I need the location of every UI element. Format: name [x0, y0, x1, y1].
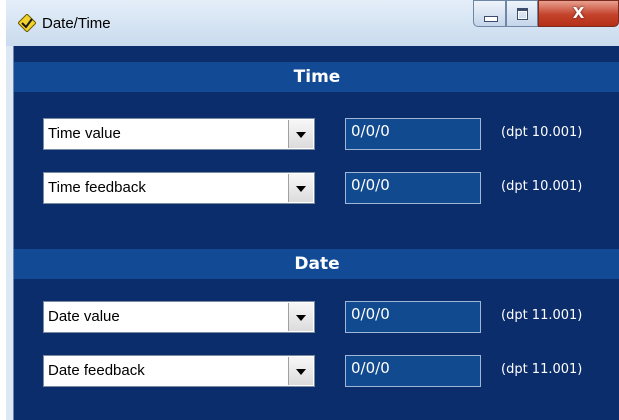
close-button[interactable]: X: [538, 0, 619, 27]
time-feedback-address-input[interactable]: 0/0/0: [345, 172, 481, 204]
caption-buttons: X: [473, 0, 619, 28]
row-date-value: Date value 0/0/0 (dpt 11.001): [14, 301, 619, 335]
section-header-date: Date: [14, 249, 619, 279]
minimize-button[interactable]: [473, 0, 506, 27]
row-time-value: Time value 0/0/0 (dpt 10.001): [14, 118, 619, 152]
maximize-button[interactable]: [506, 0, 538, 27]
time-value-dpt-label: (dpt 10.001): [501, 125, 583, 140]
maximize-icon: [517, 8, 528, 20]
chevron-down-icon: [296, 132, 306, 138]
dropdown-button[interactable]: [288, 303, 313, 331]
minimize-icon: [484, 16, 498, 22]
date-feedback-address-input[interactable]: 0/0/0: [345, 355, 481, 387]
dropdown-button[interactable]: [288, 357, 313, 385]
date-feedback-dropdown[interactable]: Date feedback: [43, 355, 315, 387]
chevron-down-icon: [296, 186, 306, 192]
dropdown-selected-text: Date value: [48, 308, 120, 325]
app-icon: [18, 14, 36, 32]
client-area: Time Time value 0/0/0 (dpt 10.001) Time …: [13, 46, 619, 420]
chevron-down-icon: [296, 315, 306, 321]
row-time-feedback: Time feedback 0/0/0 (dpt 10.001): [14, 172, 619, 206]
row-date-feedback: Date feedback 0/0/0 (dpt 11.001): [14, 355, 619, 389]
chevron-down-icon: [296, 369, 306, 375]
date-value-dpt-label: (dpt 11.001): [501, 308, 583, 323]
title-bar[interactable]: Date/Time X: [6, 0, 619, 46]
dropdown-selected-text: Time feedback: [48, 179, 146, 196]
date-feedback-dpt-label: (dpt 11.001): [501, 362, 583, 377]
section-header-time: Time: [14, 62, 619, 92]
close-icon: X: [572, 4, 585, 22]
dropdown-button[interactable]: [288, 174, 313, 202]
time-value-address-input[interactable]: 0/0/0: [345, 118, 481, 150]
dropdown-button[interactable]: [288, 120, 313, 148]
time-feedback-dpt-label: (dpt 10.001): [501, 179, 583, 194]
date-value-address-input[interactable]: 0/0/0: [345, 301, 481, 333]
dropdown-selected-text: Time value: [48, 125, 121, 142]
window-title: Date/Time: [42, 15, 111, 32]
time-feedback-dropdown[interactable]: Time feedback: [43, 172, 315, 204]
date-time-window: Date/Time X Time Time value 0/0/0 (dpt 1…: [6, 0, 619, 420]
dropdown-selected-text: Date feedback: [48, 362, 145, 379]
date-value-dropdown[interactable]: Date value: [43, 301, 315, 333]
time-value-dropdown[interactable]: Time value: [43, 118, 315, 150]
